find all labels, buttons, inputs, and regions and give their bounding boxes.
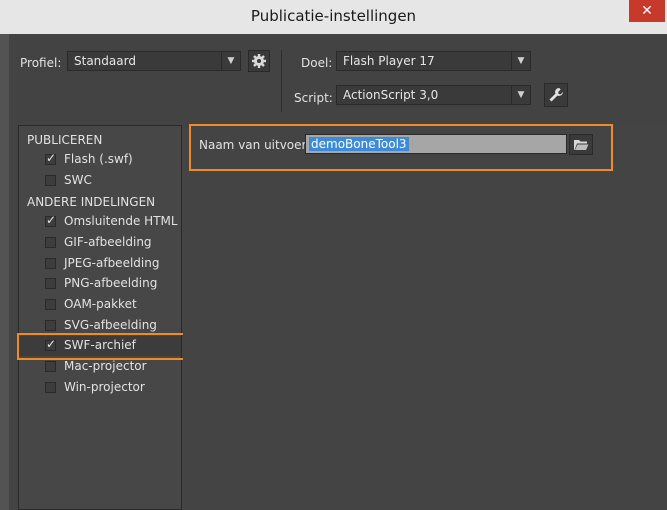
publish-section-title: PUBLICEREN: [27, 133, 103, 147]
flash-checkbox[interactable]: ✓: [45, 151, 57, 165]
format-list-panel: PUBLICEREN ✓ Flash (.swf) SWC ANDERE IND…: [18, 125, 182, 510]
target-dropdown[interactable]: Flash Player 17 ▼: [336, 51, 531, 71]
format-item-png[interactable]: PNG-afbeelding: [19, 274, 181, 294]
format-item-label: JPEG-afbeelding: [64, 256, 160, 270]
format-item-label: OAM-pakket: [64, 297, 137, 311]
format-item-html[interactable]: ✓ Omsluitende HTML: [19, 212, 181, 232]
profile-settings-button[interactable]: [248, 50, 270, 72]
format-item-oam[interactable]: OAM-pakket: [19, 295, 181, 315]
folder-icon: [574, 140, 589, 150]
svg-checkbox[interactable]: [45, 320, 56, 331]
target-value: Flash Player 17: [343, 54, 435, 68]
format-item-win-projector[interactable]: Win-projector: [19, 378, 181, 398]
format-item-gif[interactable]: GIF-afbeelding: [19, 233, 181, 253]
output-name-label: Naam van uitvoer:: [199, 138, 311, 152]
script-dropdown[interactable]: ActionScript 3,0 ▼: [336, 85, 531, 105]
header-divider: [281, 50, 282, 112]
output-name-input[interactable]: demoBoneTool3: [305, 134, 567, 154]
window-title: Publicatie-instellingen: [250, 7, 417, 25]
script-settings-button[interactable]: [544, 83, 568, 107]
win-projector-checkbox[interactable]: [45, 382, 56, 393]
html-checkbox[interactable]: ✓: [45, 213, 57, 227]
title-bar: Publicatie-instellingen ✕: [0, 0, 667, 34]
browse-button[interactable]: [569, 134, 593, 155]
check-icon: ✓: [46, 213, 57, 227]
png-checkbox[interactable]: [45, 278, 56, 289]
swf-archive-highlight: [17, 333, 197, 360]
chevron-down-icon: ▼: [511, 52, 530, 70]
format-item-label: SVG-afbeelding: [64, 318, 157, 332]
profile-value: Standaard: [74, 54, 136, 68]
gear-icon: [252, 54, 266, 68]
format-item-label: Mac-projector: [64, 359, 147, 373]
profile-label: Profiel:: [20, 56, 62, 70]
publish-settings-dialog: Publicatie-instellingen ✕ Profiel: Stand…: [0, 0, 667, 510]
target-label: Doel:: [301, 56, 333, 70]
script-value: ActionScript 3,0: [343, 88, 439, 102]
mac-projector-checkbox[interactable]: [45, 361, 56, 372]
other-formats-section-title: ANDERE INDELINGEN: [27, 195, 156, 209]
wrench-icon: [549, 88, 563, 102]
format-item-swc[interactable]: SWC: [19, 171, 181, 191]
format-item-label: Omsluitende HTML: [64, 214, 178, 228]
format-settings-panel: [183, 125, 667, 510]
format-item-mac-projector[interactable]: Mac-projector: [19, 357, 181, 377]
format-item-label: Win-projector: [64, 380, 145, 394]
format-item-flash[interactable]: ✓ Flash (.swf): [19, 150, 181, 170]
profile-dropdown[interactable]: Standaard ▼: [67, 51, 241, 71]
chevron-down-icon: ▼: [511, 86, 530, 104]
format-item-label: SWC: [64, 173, 92, 187]
format-item-label: PNG-afbeelding: [64, 276, 158, 290]
check-icon: ✓: [46, 151, 57, 165]
oam-checkbox[interactable]: [45, 299, 56, 310]
format-item-label: Flash (.swf): [64, 152, 133, 166]
script-label: Script:: [294, 91, 333, 105]
jpeg-checkbox[interactable]: [45, 258, 56, 269]
swc-checkbox[interactable]: [45, 175, 56, 186]
chevron-down-icon: ▼: [221, 52, 240, 70]
gif-checkbox[interactable]: [45, 237, 56, 248]
close-button[interactable]: ✕: [629, 0, 665, 22]
format-item-jpeg[interactable]: JPEG-afbeelding: [19, 254, 181, 274]
format-item-label: GIF-afbeelding: [64, 235, 152, 249]
output-name-value: demoBoneTool3: [309, 137, 409, 151]
